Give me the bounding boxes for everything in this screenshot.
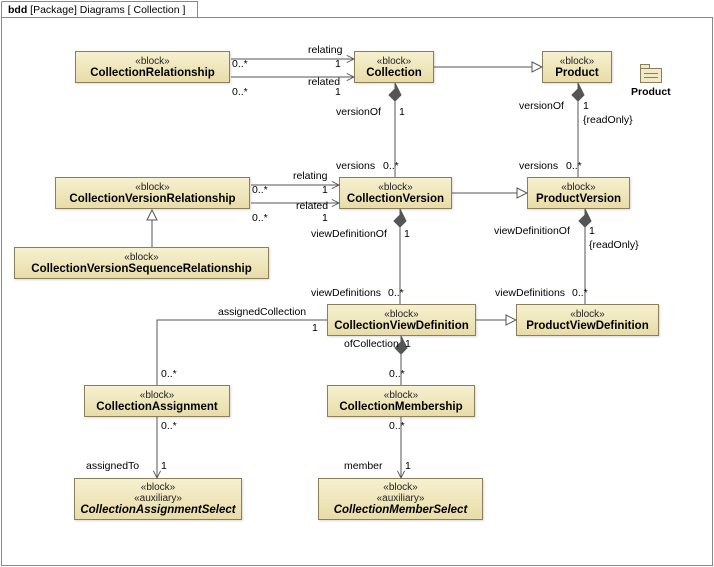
assoc-mult: 1: [312, 322, 318, 334]
assoc-role: versions: [519, 160, 558, 172]
block-name: CollectionVersion: [347, 193, 444, 205]
assoc-mult: 0..*: [388, 287, 404, 299]
block-collection-membership: «block» CollectionMembership: [327, 385, 475, 417]
block-name: ProductViewDefinition: [526, 320, 648, 332]
assoc-mult: 0..*: [383, 160, 399, 172]
assoc-mult: 1: [335, 58, 341, 70]
assoc-mult: 0..*: [389, 368, 405, 380]
block-collection-member-select: «block» «auxiliary» CollectionMemberSele…: [318, 478, 483, 520]
block-collection: «block» Collection: [354, 51, 434, 83]
assoc-mult: 1: [161, 460, 167, 472]
block-product-version: «block» ProductVersion: [527, 177, 630, 209]
assoc-mult: 0..*: [566, 160, 582, 172]
stereotype: «block»: [570, 309, 604, 320]
assoc-mult: 0..*: [161, 420, 177, 432]
stereotype: «block»: [135, 56, 169, 67]
assoc-mult: 0..*: [232, 58, 248, 70]
block-name: CollectionViewDefinition: [334, 320, 469, 332]
assoc-role: versions: [336, 160, 375, 172]
assoc-role: assignedTo: [86, 460, 139, 472]
assoc-mult: 0..*: [389, 420, 405, 432]
block-product-view-definition: «block» ProductViewDefinition: [516, 304, 659, 336]
block-name: Collection: [366, 67, 422, 79]
stereotype: «block»: [377, 56, 411, 67]
assoc-mult: 1: [405, 460, 411, 472]
block-name: CollectionMembership: [339, 401, 462, 413]
block-name: CollectionMemberSelect: [334, 504, 468, 516]
stereotype: «auxiliary»: [377, 493, 425, 504]
assoc-role: relating: [293, 170, 327, 182]
stereotype: «block»: [383, 482, 417, 493]
block-name: CollectionAssignmentSelect: [80, 504, 235, 516]
block-collection-assignment: «block» CollectionAssignment: [84, 385, 230, 417]
assoc-role: viewDefinitions: [311, 287, 381, 299]
frame-kind: bdd: [8, 4, 27, 16]
package-label: Product: [631, 86, 671, 98]
assoc-mult: 1: [589, 225, 595, 237]
assoc-constraint: {readOnly}: [589, 239, 639, 251]
assoc-mult: 1: [322, 184, 328, 196]
assoc-role: versionOf: [519, 100, 564, 112]
assoc-role: versionOf: [336, 106, 381, 118]
stereotype: «block»: [141, 482, 175, 493]
assoc-mult: 1: [335, 86, 341, 98]
stereotype: «block»: [135, 182, 169, 193]
assoc-role: related: [296, 200, 328, 212]
block-collection-version: «block» CollectionVersion: [339, 177, 452, 209]
assoc-mult: 0..*: [572, 287, 588, 299]
stereotype: «block»: [140, 390, 174, 401]
assoc-role: viewDefinitionOf: [311, 228, 387, 240]
frame-scope: [Package] Diagrams: [30, 4, 125, 16]
assoc-constraint: {readOnly}: [583, 114, 633, 126]
assoc-mult: 0..*: [232, 86, 248, 98]
stereotype: «block»: [378, 182, 412, 193]
assoc-role: viewDefinitionOf: [494, 225, 570, 237]
diagram-canvas: bdd [Package] Diagrams [ Collection ] «b…: [0, 0, 714, 567]
assoc-mult: 0..*: [252, 184, 268, 196]
block-name: Product: [555, 67, 598, 79]
frame-name: Collection: [133, 4, 179, 16]
block-collection-version-sequence-relationship: «block» CollectionVersionSequenceRelatio…: [14, 247, 269, 279]
assoc-mult: 1: [404, 228, 410, 240]
block-name: CollectionVersionSequenceRelationship: [31, 263, 251, 275]
assoc-mult: 1: [405, 338, 411, 350]
assoc-mult: 0..*: [161, 368, 177, 380]
stereotype: «auxiliary»: [134, 493, 182, 504]
assoc-role: assignedCollection: [218, 306, 306, 318]
assoc-mult: 1: [399, 106, 405, 118]
block-name: ProductVersion: [536, 193, 621, 205]
assoc-role: ofCollection: [344, 338, 399, 350]
block-product: «block» Product: [542, 51, 612, 83]
stereotype: «block»: [561, 182, 595, 193]
assoc-role: relating: [308, 44, 342, 56]
stereotype: «block»: [124, 252, 158, 263]
assoc-mult: 0..*: [252, 212, 268, 224]
stereotype: «block»: [560, 56, 594, 67]
block-collection-relationship: «block» CollectionRelationship: [75, 51, 230, 83]
frame-header: bdd [Package] Diagrams [ Collection ]: [1, 1, 198, 18]
package-icon: [640, 64, 662, 82]
block-collection-view-definition: «block» CollectionViewDefinition: [327, 304, 476, 336]
stereotype: «block»: [384, 309, 418, 320]
block-collection-assignment-select: «block» «auxiliary» CollectionAssignment…: [74, 478, 242, 520]
block-collection-version-relationship: «block» CollectionVersionRelationship: [55, 177, 250, 209]
block-name: CollectionAssignment: [96, 401, 217, 413]
block-name: CollectionVersionRelationship: [69, 193, 235, 205]
stereotype: «block»: [384, 390, 418, 401]
block-name: CollectionRelationship: [90, 67, 215, 79]
assoc-mult: 1: [322, 212, 328, 224]
assoc-role: member: [344, 460, 383, 472]
assoc-mult: 1: [583, 100, 589, 112]
assoc-role: viewDefinitions: [495, 287, 565, 299]
